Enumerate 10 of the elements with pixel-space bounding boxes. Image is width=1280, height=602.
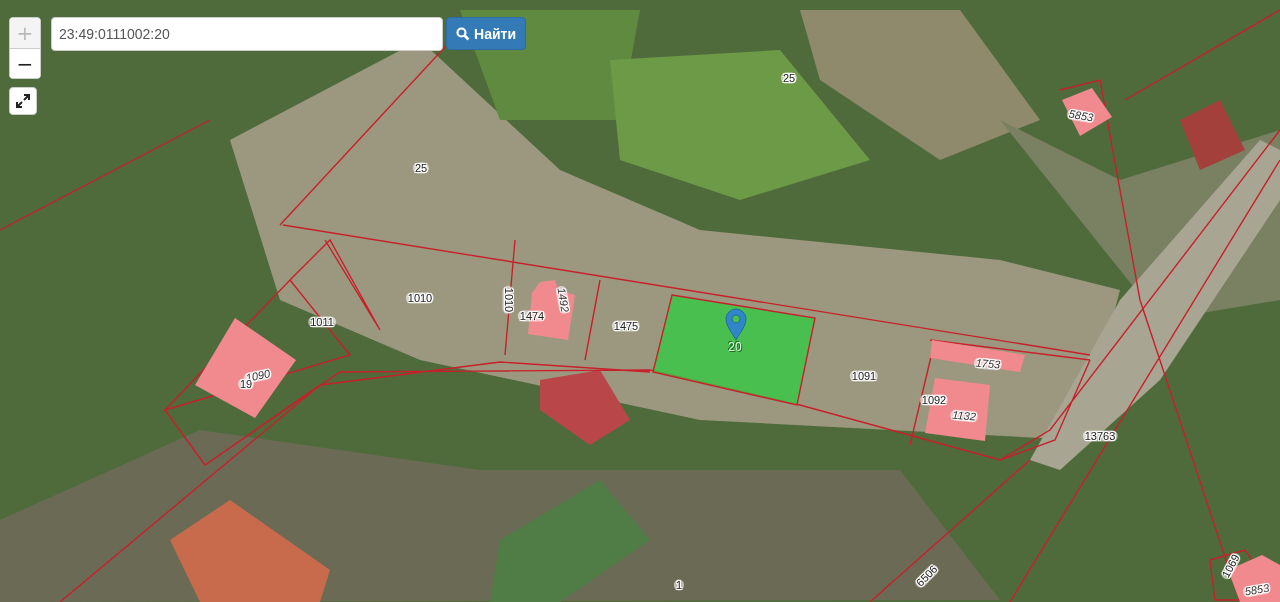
parcel-number-label: 20	[727, 341, 743, 353]
fullscreen-icon	[15, 93, 31, 109]
map-pin-icon	[725, 308, 747, 341]
zoom-out-button[interactable]: −	[10, 48, 40, 78]
fullscreen-button[interactable]	[9, 87, 37, 115]
search-icon	[456, 26, 470, 41]
roof	[1180, 100, 1245, 170]
building-footprint	[1062, 88, 1112, 136]
search-button[interactable]: Найти	[446, 17, 526, 50]
search-field[interactable]: 23:49:0111002:20	[51, 17, 443, 51]
